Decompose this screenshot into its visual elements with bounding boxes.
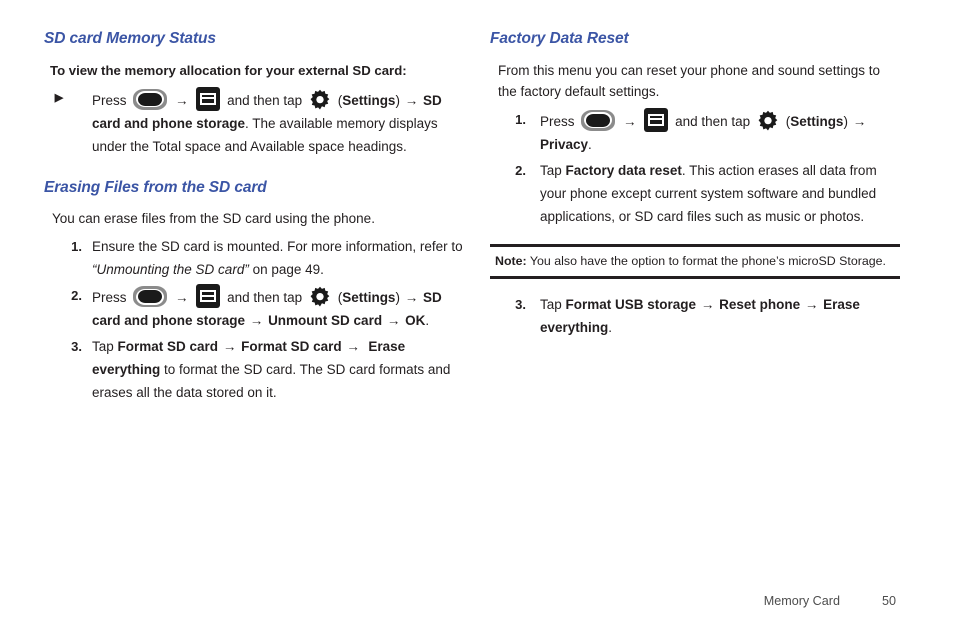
menu-path-unmount-sd-card: Unmount SD card [268, 313, 383, 329]
list-item: 1. Press → and then tap (Settings) → Pri… [490, 107, 900, 156]
arrow-icon: → [804, 296, 819, 312]
list-item: 1. Ensure the SD card is mounted. For mo… [44, 235, 464, 281]
home-key-icon [133, 88, 168, 110]
menu-key-icon [196, 86, 221, 111]
menu-key-icon [196, 284, 221, 309]
step-number: 2. [515, 162, 526, 178]
and-then-tap-label: and then tap [227, 92, 303, 108]
page-footer: Memory Card 50 [0, 594, 954, 608]
home-key-icon [581, 109, 616, 131]
step-number: 3. [515, 296, 526, 312]
step-body: Tap Format SD card → Format SD card → Er… [92, 339, 450, 400]
list-item: 2. Tap Factory data reset. This action e… [490, 159, 900, 228]
arrow-icon: → [386, 313, 401, 329]
factory-reset-lead-text: From this menu you can reset your phone … [498, 62, 880, 99]
arrow-icon: → [249, 313, 264, 329]
step-body: Press → and then tap ( [92, 86, 442, 154]
menu-path-factory-data-reset: Factory data reset [565, 162, 682, 178]
footer-chapter-name: Memory Card [763, 594, 840, 608]
note-label: Note: [495, 253, 527, 268]
step-number: 1. [515, 111, 526, 127]
erasing-files-lead-text: You can erase files from the SD card usi… [52, 211, 375, 227]
tap-label: Tap [92, 339, 118, 355]
step-body: Tap Format USB storage → Reset phone → E… [540, 297, 860, 335]
step-body: Press → and then tap ( [540, 107, 867, 152]
step-body: Press → and then tap ( [92, 284, 442, 329]
cross-reference-title: “Unmounting the SD card” [92, 262, 249, 278]
note-text: Note: You also have the option to format… [495, 253, 896, 270]
step-period: . [588, 136, 592, 152]
settings-gear-icon [309, 286, 331, 308]
menu-path-reset-phone: Reset phone [719, 296, 801, 312]
step-body: Ensure the SD card is mounted. For more … [92, 239, 463, 277]
settings-paren-close: ) [395, 290, 400, 306]
list-item: 3. Tap Format SD card → Format SD card →… [44, 335, 464, 404]
settings-gear-icon [309, 89, 331, 111]
arrow-icon: → [852, 113, 867, 129]
manual-page: SD card Memory Status To view the memory… [0, 0, 954, 636]
menu-key-icon [644, 107, 669, 132]
step-body: Tap Factory data reset. This action eras… [540, 163, 877, 224]
erasing-files-step-list: 1. Ensure the SD card is mounted. For mo… [44, 235, 464, 404]
list-item: ▶ Press → and then tap (Settings) → SD c… [44, 86, 464, 158]
menu-path-ok: OK [405, 313, 426, 329]
note-body: You also have the option to format the p… [526, 253, 886, 268]
arrow-icon: → [623, 113, 637, 129]
section-heading-factory-data-reset: Factory Data Reset [490, 30, 629, 47]
step-text-before: Ensure the SD card is mounted. For more … [92, 239, 463, 255]
step-period: . [425, 313, 430, 329]
arrow-icon: → [404, 92, 419, 108]
tap-label: Tap [540, 162, 566, 178]
left-column: SD card Memory Status To view the memory… [44, 30, 464, 407]
arrow-icon: → [346, 339, 360, 355]
settings-label: Settings [790, 113, 844, 129]
section-heading-sd-card-memory-status: SD card Memory Status [44, 30, 216, 47]
menu-path-privacy: Privacy [540, 136, 589, 152]
list-item: 2. Press → and then tap (Settings) → SD … [44, 284, 464, 332]
step-number: 3. [71, 339, 82, 355]
home-key-icon [133, 286, 168, 308]
menu-path-format-sd-card-confirm: Format SD card [241, 339, 342, 355]
arrow-icon: → [404, 290, 419, 306]
settings-label: Settings [342, 290, 396, 306]
menu-path-format-usb-storage: Format USB storage [565, 296, 697, 312]
section-heading-erasing-files: Erasing Files from the SD card [44, 178, 267, 196]
factory-reset-step-list-continued: 3. Tap Format USB storage → Reset phone … [490, 293, 900, 339]
arrow-icon: → [175, 92, 189, 108]
press-label: Press [92, 92, 127, 108]
press-label: Press [92, 290, 127, 306]
arrow-icon: → [222, 339, 237, 355]
sd-memory-step-list: ▶ Press → and then tap (Settings) → SD c… [44, 86, 464, 158]
settings-paren-close: ) [843, 113, 848, 129]
settings-gear-icon [757, 110, 779, 132]
and-then-tap-label: and then tap [675, 113, 751, 129]
tap-label: Tap [540, 296, 566, 312]
step-period: . [608, 319, 613, 335]
press-label: Press [540, 113, 575, 129]
sd-memory-lead-text: To view the memory allocation for your e… [50, 62, 407, 78]
arrow-icon: → [175, 290, 189, 306]
arrow-icon: → [700, 296, 715, 312]
settings-paren-close: ) [395, 92, 400, 108]
step-number: 2. [71, 288, 82, 304]
note-box: Note: You also have the option to format… [490, 243, 900, 279]
list-item: 3. Tap Format USB storage → Reset phone … [490, 293, 900, 339]
footer-page-number: 50 [881, 594, 896, 608]
settings-label: Settings [342, 92, 396, 108]
step-number: 1. [71, 239, 82, 255]
step-text-after: on page 49. [248, 262, 324, 278]
menu-path-format-sd-card: Format SD card [117, 339, 219, 355]
factory-reset-step-list: 1. Press → and then tap (Settings) → Pri… [490, 107, 900, 228]
bullet-marker: ▶ [54, 91, 64, 104]
right-column: Factory Data Reset From this menu you ca… [490, 30, 900, 342]
and-then-tap-label: and then tap [227, 290, 303, 306]
